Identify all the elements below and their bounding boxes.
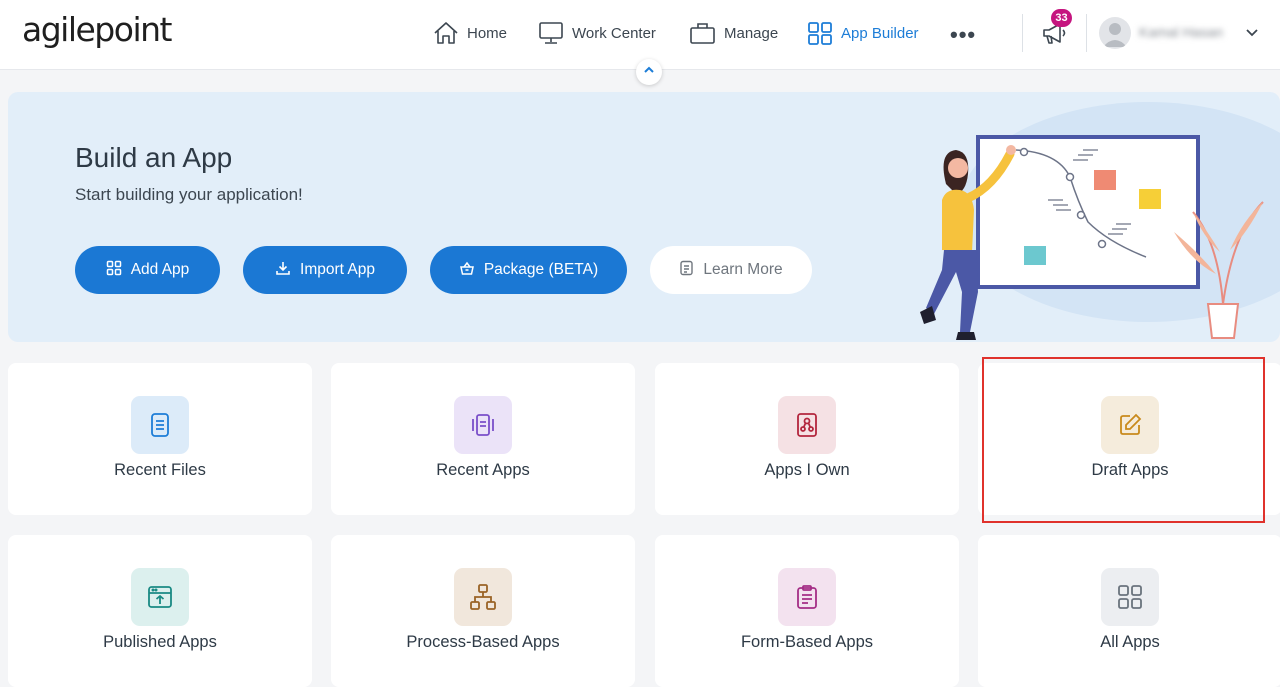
more-dots-icon[interactable]: ••• — [950, 22, 976, 48]
apps-i-own-icon — [778, 396, 836, 454]
nav-work-center[interactable]: Work Center — [538, 0, 656, 66]
nav-manage-label: Manage — [724, 24, 779, 42]
page-subtitle: Start building your application! — [75, 185, 303, 204]
card-published-apps[interactable]: Published Apps — [8, 535, 312, 687]
card-label: Process-Based Apps — [406, 633, 560, 651]
download-icon — [275, 260, 291, 281]
build-app-banner: Build an App Start building your applica… — [8, 92, 1280, 342]
card-form-based-apps[interactable]: Form-Based Apps — [655, 535, 959, 687]
document-icon — [679, 260, 694, 281]
home-icon — [433, 21, 459, 45]
card-label: Apps I Own — [764, 461, 850, 479]
whiteboard-illustration — [920, 102, 1280, 340]
card-draft-apps[interactable]: Draft Apps — [978, 363, 1280, 515]
import-app-button[interactable]: Import App — [243, 246, 407, 294]
card-recent-files[interactable]: Recent Files — [8, 363, 312, 515]
card-label: Draft Apps — [1091, 461, 1169, 479]
learn-more-label: Learn More — [703, 261, 783, 278]
nav-home[interactable]: Home — [433, 0, 507, 66]
card-label: Recent Apps — [436, 461, 530, 479]
divider — [1022, 14, 1023, 52]
all-apps-icon — [1101, 568, 1159, 626]
nav-work-center-label: Work Center — [572, 24, 656, 42]
process-based-apps-icon — [454, 568, 512, 626]
nav-app-builder[interactable]: App Builder — [807, 0, 919, 66]
package-icon — [459, 260, 475, 281]
chevron-up-icon — [643, 63, 655, 81]
card-recent-apps[interactable]: Recent Apps — [331, 363, 635, 515]
monitor-icon — [538, 21, 564, 45]
card-label: Form-Based Apps — [740, 633, 874, 651]
briefcase-icon — [689, 21, 716, 45]
package-beta-button[interactable]: Package (BETA) — [430, 246, 627, 294]
draft-apps-icon — [1101, 396, 1159, 454]
published-apps-icon — [131, 568, 189, 626]
card-label: All Apps — [1100, 633, 1160, 651]
grid-icon — [106, 260, 122, 281]
import-app-label: Import App — [300, 261, 375, 278]
avatar[interactable] — [1099, 17, 1131, 49]
nav-app-builder-label: App Builder — [841, 24, 919, 42]
top-bar: agilepoint Home Work Center Manage App B… — [0, 0, 1280, 70]
add-app-button[interactable]: Add App — [75, 246, 220, 294]
agilepoint-logo[interactable]: agilepoint — [22, 10, 172, 49]
add-app-label: Add App — [130, 261, 190, 278]
nav-manage[interactable]: Manage — [689, 0, 778, 66]
user-name: Kamal Hasan — [1139, 24, 1224, 40]
form-based-apps-icon — [778, 568, 836, 626]
collapse-header-button[interactable] — [636, 59, 662, 85]
card-label: Published Apps — [103, 633, 217, 651]
page-title: Build an App — [75, 142, 233, 173]
package-beta-label: Package (BETA) — [483, 261, 599, 278]
notification-count-badge: 33 — [1051, 9, 1072, 27]
card-all-apps[interactable]: All Apps — [978, 535, 1280, 687]
learn-more-button[interactable]: Learn More — [650, 246, 812, 294]
grid-icon — [807, 21, 833, 45]
chevron-down-icon[interactable] — [1244, 25, 1260, 46]
divider — [1086, 14, 1087, 52]
card-apps-i-own[interactable]: Apps I Own — [655, 363, 959, 515]
card-label: Recent Files — [114, 461, 206, 479]
recent-files-icon — [131, 396, 189, 454]
nav-home-label: Home — [467, 24, 508, 42]
card-process-based-apps[interactable]: Process-Based Apps — [331, 535, 635, 687]
recent-apps-icon — [454, 396, 512, 454]
